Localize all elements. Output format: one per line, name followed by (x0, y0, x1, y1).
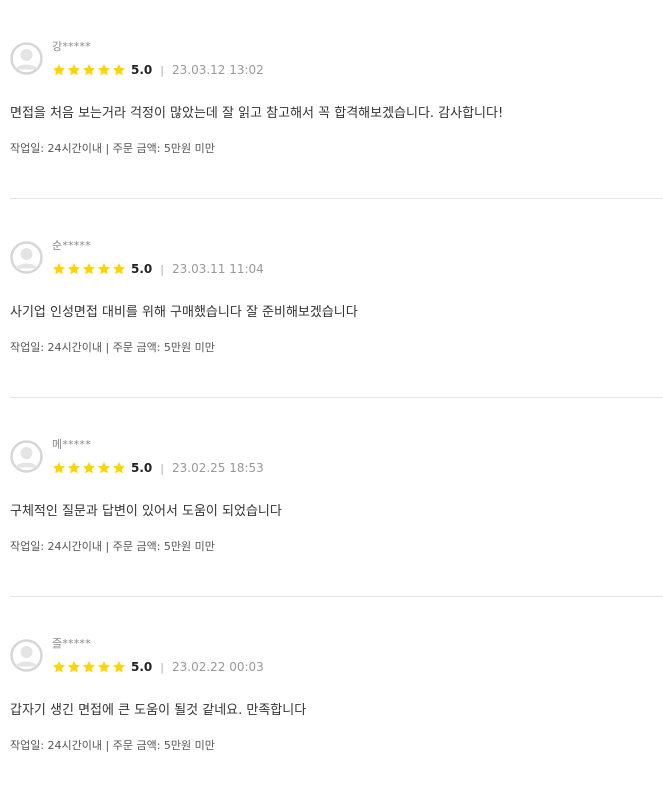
reviewer-nickname: 즐***** (52, 637, 91, 650)
star-icon (52, 461, 66, 475)
rating-score: 5.0 (131, 63, 153, 77)
default-avatar-icon (10, 440, 43, 473)
reviewer-nickname: 순***** (52, 239, 91, 252)
star-icon (82, 461, 96, 475)
star-icon (82, 262, 96, 276)
star-icon (82, 660, 96, 674)
rating-score: 5.0 (131, 660, 153, 674)
default-avatar-icon (10, 241, 43, 274)
review-text: 갑자기 생긴 면접에 큰 도움이 될것 같네요. 만족합니다 (10, 703, 307, 718)
star-icon (67, 63, 81, 77)
star-rating (52, 461, 127, 475)
review-meta: 작업일: 24시간이내 | 주문 금액: 5만원 미만 (10, 739, 215, 752)
review-meta: 작업일: 24시간이내 | 주문 금액: 5만원 미만 (10, 341, 215, 354)
review-text: 구체적인 질문과 답변이 있어서 도움이 되었습니다 (10, 504, 282, 519)
star-icon (97, 461, 111, 475)
star-icon (112, 262, 126, 276)
rating-score: 5.0 (131, 461, 153, 475)
reviewer-nickname: 메***** (52, 438, 91, 451)
star-icon (97, 262, 111, 276)
star-icon (52, 63, 66, 77)
star-icon (52, 262, 66, 276)
rating-row: 5.0 | 23.03.11 11:04 (52, 260, 264, 278)
rating-row: 5.0 | 23.02.22 00:03 (52, 658, 264, 676)
review-date: 23.03.12 13:02 (171, 63, 264, 77)
default-avatar-icon (10, 639, 43, 672)
separator: | (160, 660, 164, 674)
star-icon (112, 63, 126, 77)
star-rating (52, 262, 127, 276)
separator: | (160, 262, 164, 276)
review-item: 즐***** 5.0 | 23.02.22 00:03 갑자기 생긴 면접에 큰… (0, 597, 663, 796)
review-date: 23.02.25 18:53 (171, 461, 264, 475)
separator: | (160, 461, 164, 475)
review-text: 면접을 처음 보는거라 걱정이 많았는데 잘 읽고 참고해서 꼭 합격해보겠습니… (10, 106, 504, 121)
star-icon (67, 461, 81, 475)
rating-row: 5.0 | 23.02.25 18:53 (52, 459, 264, 477)
default-avatar-icon (10, 42, 43, 75)
rating-score: 5.0 (131, 262, 153, 276)
star-rating (52, 660, 127, 674)
star-icon (82, 63, 96, 77)
review-list: 강***** 5.0 | 23.03.12 13:02 면접을 처음 보는거라 … (0, 0, 663, 796)
star-icon (67, 660, 81, 674)
star-icon (112, 461, 126, 475)
star-icon (97, 660, 111, 674)
star-rating (52, 63, 127, 77)
reviewer-nickname: 강***** (52, 40, 91, 53)
review-text: 사기업 인성면접 대비를 위해 구매했습니다 잘 준비해보겠습니다 (10, 305, 358, 320)
review-date: 23.02.22 00:03 (171, 660, 264, 674)
star-icon (97, 63, 111, 77)
review-date: 23.03.11 11:04 (171, 262, 264, 276)
review-item: 메***** 5.0 | 23.02.25 18:53 구체적인 질문과 답변이… (0, 398, 663, 597)
rating-row: 5.0 | 23.03.12 13:02 (52, 61, 264, 79)
separator: | (160, 63, 164, 77)
star-icon (52, 660, 66, 674)
star-icon (112, 660, 126, 674)
review-item: 강***** 5.0 | 23.03.12 13:02 면접을 처음 보는거라 … (0, 0, 663, 199)
review-meta: 작업일: 24시간이내 | 주문 금액: 5만원 미만 (10, 540, 215, 553)
star-icon (67, 262, 81, 276)
review-item: 순***** 5.0 | 23.03.11 11:04 사기업 인성면접 대비를… (0, 199, 663, 398)
review-meta: 작업일: 24시간이내 | 주문 금액: 5만원 미만 (10, 142, 215, 155)
